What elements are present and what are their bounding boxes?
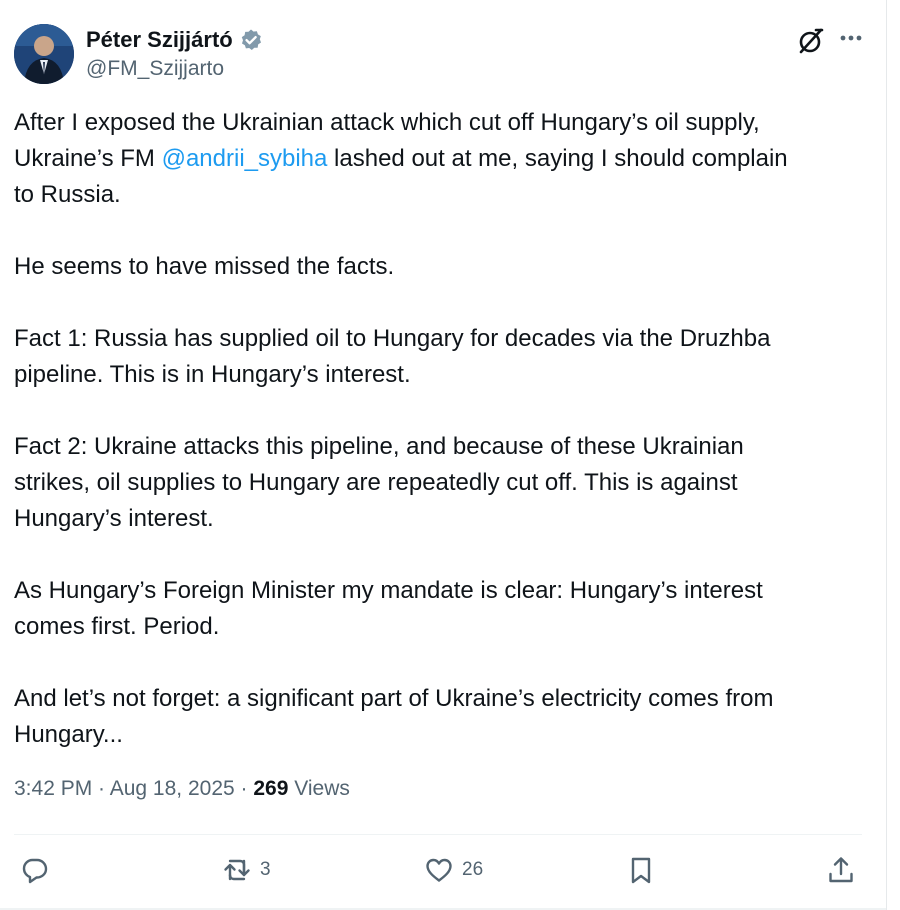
tweet-line: He seems to have missed the facts. <box>14 253 395 280</box>
reply-button[interactable] <box>20 852 58 888</box>
tweet-meta: 3:42 PM · Aug 18, 2025 · 269 Views <box>14 777 350 801</box>
tweet-time[interactable]: 3:42 PM <box>14 777 92 800</box>
tweet-line: Ukraine’s FM @andrii_sybiha lashed out a… <box>14 141 874 177</box>
more-options-button[interactable] <box>834 24 868 58</box>
mention-link[interactable]: @andrii_sybiha <box>162 145 328 172</box>
tweet-line: As Hungary’s Foreign Minister my mandate… <box>14 577 763 604</box>
tweet-line: to Russia. <box>14 181 121 208</box>
display-name[interactable]: Péter Szijjártó <box>86 27 233 53</box>
tweet-line-segment: Ukraine’s FM <box>14 145 162 172</box>
timeline-border <box>886 0 887 910</box>
bookmark-icon <box>631 857 651 884</box>
heart-icon <box>426 858 452 882</box>
meta-separator: · <box>92 777 110 800</box>
views-label: Views <box>288 777 350 800</box>
tweet-text: After I exposed the Ukrainian attack whi… <box>14 105 874 753</box>
tweet-line: comes first. Period. <box>14 613 220 640</box>
author-handle[interactable]: @FM_Szijjarto <box>86 57 224 81</box>
retweet-button[interactable]: 3 <box>222 852 271 888</box>
grok-button[interactable] <box>794 24 828 58</box>
more-dots-icon <box>840 35 862 41</box>
tweet-line: Fact 1: Russia has supplied oil to Hunga… <box>14 325 771 352</box>
share-button[interactable] <box>826 852 856 888</box>
bookmark-button[interactable] <box>626 852 656 888</box>
tweet-date[interactable]: Aug 18, 2025 <box>110 777 235 800</box>
tweet-line: strikes, oil supplies to Hungary are rep… <box>14 469 738 496</box>
tweet-line: Hungary... <box>14 721 123 748</box>
tweet-header: Péter Szijjártó @FM_Szijjarto <box>14 24 874 88</box>
name-row: Péter Szijjártó <box>86 27 263 53</box>
tweet-line: Hungary’s interest. <box>14 505 214 532</box>
retweet-count: 3 <box>260 859 271 880</box>
like-count: 26 <box>462 859 484 880</box>
divider <box>14 834 862 835</box>
tweet-line: pipeline. This is in Hungary’s interest. <box>14 361 411 388</box>
tweet-line-segment: lashed out at me, saying I should compla… <box>327 145 788 172</box>
like-button[interactable]: 26 <box>424 852 483 888</box>
avatar-photo <box>14 24 74 84</box>
views-count: 269 <box>253 777 289 800</box>
tweet-line: And let’s not forget: a significant part… <box>14 685 774 712</box>
avatar[interactable] <box>14 24 74 84</box>
retweet-icon <box>224 859 250 881</box>
tweet-line: After I exposed the Ukrainian attack whi… <box>14 109 760 136</box>
verified-badge-icon <box>239 28 263 52</box>
reply-icon <box>22 858 48 884</box>
tweet-line: Fact 2: Ukraine attacks this pipeline, a… <box>14 433 744 460</box>
grok-icon <box>799 28 824 54</box>
share-icon <box>829 857 853 883</box>
meta-separator: · <box>234 777 254 800</box>
